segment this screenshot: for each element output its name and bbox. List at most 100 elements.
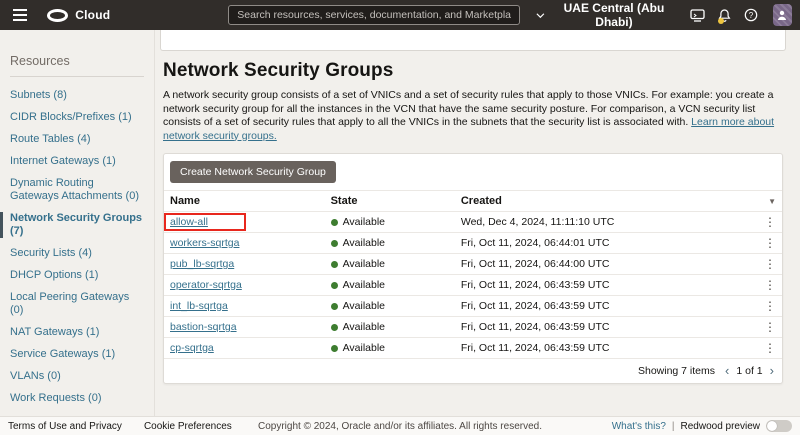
resources-title: Resources	[10, 54, 144, 68]
sidebar-item[interactable]: Security Lists (4)	[10, 247, 144, 260]
annotation-highlight: bastion-sqrtga	[170, 321, 237, 333]
created-timestamp: Fri, Oct 11, 2024, 06:43:59 UTC	[461, 342, 750, 354]
search-bar	[228, 5, 520, 25]
table-footer: Showing 7 items ‹ 1 of 1 ›	[164, 358, 782, 383]
footer-separator: |	[672, 421, 675, 432]
status-dot-icon	[331, 282, 338, 289]
topbar-actions: UAE Central (Abu Dhabi) ?	[530, 0, 792, 33]
annotation-highlight: int_lb-sqrtga	[170, 300, 228, 312]
status-label: Available	[343, 342, 385, 354]
status-dot-icon	[331, 261, 338, 268]
nsg-name-link[interactable]: workers-sqrtga	[170, 237, 239, 249]
page-description: A network security group consists of a s…	[163, 89, 783, 143]
annotation-highlight: operator-sqrtga	[170, 279, 242, 291]
row-actions-menu-icon[interactable]: ⋮	[764, 301, 776, 311]
search-input[interactable]	[228, 5, 520, 25]
sidebar-item[interactable]: CIDR Blocks/Prefixes (1)	[10, 111, 144, 124]
main-content: Network Security Groups A network securi…	[155, 30, 800, 416]
row-actions-menu-icon[interactable]: ⋮	[764, 280, 776, 290]
items-summary: Showing 7 items	[638, 365, 715, 377]
created-timestamp: Fri, Oct 11, 2024, 06:43:59 UTC	[461, 321, 750, 333]
nsg-name-link[interactable]: int_lb-sqrtga	[170, 300, 228, 312]
cookie-preferences-link[interactable]: Cookie Preferences	[144, 421, 232, 432]
status-dot-icon	[331, 345, 338, 352]
sidebar-item[interactable]: Service Gateways (1)	[10, 348, 144, 361]
created-timestamp: Fri, Oct 11, 2024, 06:44:01 UTC	[461, 237, 750, 249]
table-row: allow-all Available Wed, Dec 4, 2024, 11…	[164, 211, 782, 232]
table-header-row: Name State Created ▼	[164, 190, 782, 211]
cloud-shell-icon[interactable]	[686, 2, 709, 28]
nsg-name-link[interactable]: bastion-sqrtga	[170, 321, 237, 333]
page-body: Resources Subnets (8) CIDR Blocks/Prefix…	[0, 30, 800, 416]
scrolled-card-edge	[160, 30, 786, 51]
nsg-name-link[interactable]: cp-sqrtga	[170, 342, 214, 354]
annotation-highlight: workers-sqrtga	[170, 237, 239, 249]
nsg-name-link[interactable]: allow-all	[170, 216, 208, 228]
sidebar-item[interactable]: Subnets (8)	[10, 89, 144, 102]
divider	[10, 76, 144, 77]
nsg-name-link[interactable]: operator-sqrtga	[170, 279, 242, 291]
table-row: operator-sqrtga Available Fri, Oct 11, 2…	[164, 274, 782, 295]
column-header-state[interactable]: State	[331, 195, 461, 207]
row-actions-menu-icon[interactable]: ⋮	[764, 217, 776, 227]
topbar: Cloud UAE Central (Abu Dhabi) ?	[0, 0, 800, 30]
help-icon[interactable]: ?	[740, 2, 763, 28]
description-text: A network security group consists of a s…	[163, 89, 773, 128]
sidebar-item[interactable]: Internet Gateways (1)	[10, 155, 144, 168]
create-nsg-button[interactable]: Create Network Security Group	[170, 161, 336, 183]
annotation-highlight: pub_lb-sqrtga	[170, 258, 234, 270]
sidebar-item[interactable]: Local Peering Gateways (0)	[10, 291, 144, 317]
sidebar-item[interactable]: NAT Gateways (1)	[10, 326, 144, 339]
footer: Terms of Use and Privacy Cookie Preferen…	[0, 416, 800, 435]
sidebar-item[interactable]: VLANs (0)	[10, 370, 144, 383]
status-label: Available	[343, 258, 385, 270]
resources-nav: Subnets (8) CIDR Blocks/Prefixes (1) Rou…	[10, 89, 144, 414]
page-indicator: 1 of 1	[736, 365, 762, 377]
svg-text:?: ?	[749, 11, 754, 20]
row-actions-menu-icon[interactable]: ⋮	[764, 343, 776, 353]
nsg-name-link[interactable]: pub_lb-sqrtga	[170, 258, 234, 270]
created-timestamp: Fri, Oct 11, 2024, 06:44:00 UTC	[461, 258, 750, 270]
brand-logo[interactable]: Cloud	[47, 8, 110, 22]
sort-caret-icon[interactable]: ▼	[768, 197, 776, 206]
user-avatar-icon[interactable]	[773, 4, 792, 26]
redwood-preview-toggle[interactable]	[766, 420, 792, 432]
column-header-name[interactable]: Name	[170, 195, 331, 207]
status-label: Available	[343, 216, 385, 228]
annotation-highlight: allow-all	[164, 213, 246, 231]
sidebar-item[interactable]: Work Requests (0)	[10, 392, 144, 405]
table-row: cp-sqrtga Available Fri, Oct 11, 2024, 0…	[164, 337, 782, 358]
toggle-knob	[767, 421, 777, 431]
brand-label: Cloud	[75, 8, 110, 22]
prev-page-icon[interactable]: ‹	[725, 366, 729, 376]
oracle-logo-icon	[47, 9, 68, 22]
hamburger-menu-icon[interactable]	[8, 4, 31, 26]
status-dot-icon	[331, 303, 338, 310]
redwood-preview-label: Redwood preview	[681, 421, 761, 432]
page-title: Network Security Groups	[163, 60, 783, 82]
chevron-down-icon	[536, 12, 545, 19]
status-label: Available	[343, 321, 385, 333]
sidebar-item[interactable]: Route Tables (4)	[10, 133, 144, 146]
nsg-list-card: Create Network Security Group Name State…	[163, 153, 783, 384]
table-row: workers-sqrtga Available Fri, Oct 11, 20…	[164, 232, 782, 253]
sidebar-item[interactable]: DHCP Options (1)	[10, 269, 144, 282]
table-body: allow-all Available Wed, Dec 4, 2024, 11…	[164, 211, 782, 358]
pagination: ‹ 1 of 1 ›	[725, 365, 774, 377]
region-selector[interactable]: UAE Central (Abu Dhabi)	[530, 0, 682, 33]
status-label: Available	[343, 279, 385, 291]
row-actions-menu-icon[interactable]: ⋮	[764, 238, 776, 248]
column-header-created[interactable]: Created	[461, 195, 750, 207]
row-actions-menu-icon[interactable]: ⋮	[764, 322, 776, 332]
whats-this-link[interactable]: What's this?	[612, 421, 666, 432]
row-actions-menu-icon[interactable]: ⋮	[764, 259, 776, 269]
notifications-bell-icon[interactable]	[713, 2, 736, 28]
created-timestamp: Wed, Dec 4, 2024, 11:11:10 UTC	[461, 216, 750, 228]
sidebar-item[interactable]: Dynamic Routing Gateways Attachments (0)	[10, 177, 144, 203]
next-page-icon[interactable]: ›	[770, 366, 774, 376]
card-toolbar: Create Network Security Group	[164, 154, 782, 190]
oci-console-window: Cloud UAE Central (Abu Dhabi) ?	[0, 0, 800, 435]
status-label: Available	[343, 300, 385, 312]
sidebar-item[interactable]: Network Security Groups (7)	[0, 212, 144, 238]
terms-link[interactable]: Terms of Use and Privacy	[8, 421, 122, 432]
